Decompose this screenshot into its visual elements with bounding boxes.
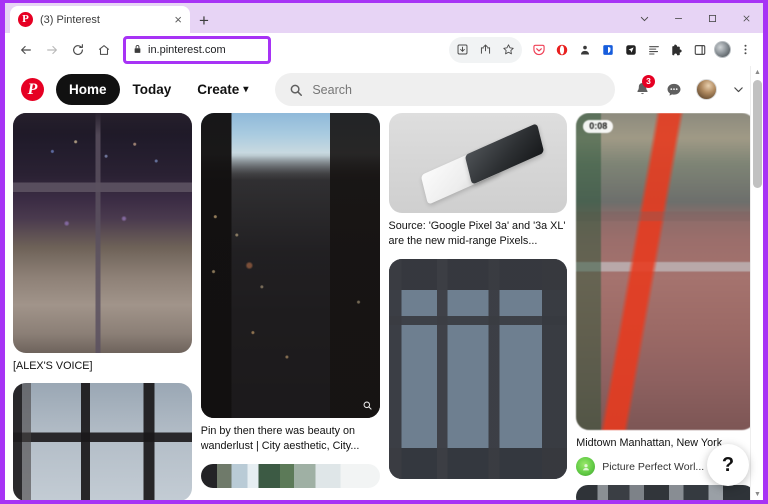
pin-card[interactable]: 0:08 Midtown Manhattan, New York... Pict… xyxy=(576,113,755,477)
nav-item-create-label: Create xyxy=(197,82,240,97)
page-content: P Home Today Create ▾ Search 3 [ALEX'S V… xyxy=(5,66,763,500)
profile-avatar-image xyxy=(714,41,731,58)
nav-item-home-label: Home xyxy=(69,82,107,97)
pin-image[interactable] xyxy=(13,113,192,353)
pinterest-logo-icon[interactable]: P xyxy=(21,78,44,101)
pinterest-favicon-icon: P xyxy=(18,12,33,27)
tab-search-chevron-down-icon[interactable] xyxy=(627,3,661,33)
address-bar-highlight: in.pinterest.com xyxy=(123,35,271,64)
pin-caption: Source: 'Google Pixel 3a' and '3a XL' ar… xyxy=(388,220,566,248)
pin-image[interactable] xyxy=(200,463,380,488)
search-placeholder: Search xyxy=(312,82,352,97)
pin-image[interactable] xyxy=(388,113,568,213)
nav-item-home[interactable]: Home xyxy=(56,74,120,105)
reload-button[interactable] xyxy=(65,37,91,63)
browser-menu-button[interactable] xyxy=(734,37,757,63)
pin-image[interactable] xyxy=(13,383,192,500)
lock-icon xyxy=(133,41,142,59)
pin-column-2: Pin by then there was beauty on wanderlu… xyxy=(200,113,380,488)
scroll-up-arrow-icon[interactable]: ▲ xyxy=(751,66,763,78)
back-button[interactable] xyxy=(13,37,39,63)
browser-tab-pinterest[interactable]: P (3) Pinterest × xyxy=(10,6,190,33)
creator-avatar xyxy=(576,457,596,477)
user-avatar xyxy=(695,79,717,100)
pin-image[interactable]: 0:08 xyxy=(576,113,755,430)
browser-toolbar: in.pinterest.com xyxy=(5,33,763,66)
pin-column-3: Source: 'Google Pixel 3a' and '3a XL' ar… xyxy=(388,113,568,479)
chevron-down-icon: ▾ xyxy=(243,84,249,95)
window-controls xyxy=(627,3,763,33)
page-scrollbar[interactable]: ▲ ▼ xyxy=(750,66,763,500)
pin-grid: [ALEX'S VOICE] Pin by then there was bea… xyxy=(5,113,763,500)
visual-search-icon[interactable] xyxy=(361,399,374,412)
pin-card[interactable]: Pin by then there was beauty on wanderlu… xyxy=(200,113,380,455)
pin-image[interactable] xyxy=(576,485,755,500)
extensions-puzzle-icon[interactable] xyxy=(665,37,688,63)
nav-item-today[interactable]: Today xyxy=(120,74,185,105)
maximize-icon[interactable] xyxy=(695,3,729,33)
pin-image[interactable] xyxy=(388,258,568,479)
home-button[interactable] xyxy=(91,37,117,63)
search-input[interactable]: Search xyxy=(275,73,615,106)
account-menu-button[interactable] xyxy=(723,75,753,105)
new-tab-button[interactable]: + xyxy=(199,12,209,29)
side-panel-icon[interactable] xyxy=(688,37,711,63)
navigation-icon[interactable] xyxy=(619,37,642,63)
forward-button[interactable] xyxy=(39,37,65,63)
minimize-icon[interactable] xyxy=(661,3,695,33)
search-icon xyxy=(289,83,303,97)
pin-card[interactable]: [ALEX'S VOICE] xyxy=(13,113,192,374)
pinterest-primary-nav: Home Today Create ▾ xyxy=(56,74,261,105)
dark-reader-icon[interactable] xyxy=(573,37,596,63)
scroll-down-arrow-icon[interactable]: ▼ xyxy=(751,488,763,500)
pin-column-1: [ALEX'S VOICE] xyxy=(13,113,192,500)
browser-window: P (3) Pinterest × + in.pinterest.com P H… xyxy=(5,3,763,500)
profile-avatar[interactable] xyxy=(711,37,734,63)
pin-card[interactable] xyxy=(388,258,568,479)
user-avatar-button[interactable] xyxy=(691,75,721,105)
nav-item-today-label: Today xyxy=(132,82,172,97)
creator-name: Picture Perfect Worl... xyxy=(602,460,705,473)
pin-caption: Pin by then there was beauty on wanderlu… xyxy=(200,425,360,453)
notifications-button[interactable]: 3 xyxy=(627,74,657,105)
share-icon[interactable] xyxy=(474,37,497,63)
install-download-icon[interactable] xyxy=(451,37,474,63)
bookmark-star-icon[interactable] xyxy=(497,37,520,63)
chevron-down-icon xyxy=(732,83,745,96)
annotated-screenshot-frame: P (3) Pinterest × + in.pinterest.com P H… xyxy=(0,0,768,504)
pin-image[interactable] xyxy=(200,113,380,418)
reading-list-icon[interactable] xyxy=(642,37,665,63)
address-bar[interactable]: in.pinterest.com xyxy=(127,39,267,60)
help-button[interactable]: ? xyxy=(707,444,749,486)
notification-badge: 3 xyxy=(642,74,655,88)
messages-button[interactable] xyxy=(659,75,689,105)
pin-caption: [ALEX'S VOICE] xyxy=(13,360,93,372)
nav-item-create[interactable]: Create ▾ xyxy=(184,74,261,105)
pocket-icon[interactable] xyxy=(527,37,550,63)
pin-card[interactable] xyxy=(576,485,755,500)
scrollbar-thumb[interactable] xyxy=(753,80,762,188)
toolbar-pill-group xyxy=(449,36,522,63)
tab-strip: P (3) Pinterest × + xyxy=(5,3,763,33)
password-manager-icon[interactable] xyxy=(596,37,619,63)
pin-column-4: 0:08 Midtown Manhattan, New York... Pict… xyxy=(576,113,755,500)
close-tab-icon[interactable]: × xyxy=(174,13,182,26)
tab-title: (3) Pinterest xyxy=(40,13,100,26)
video-duration-badge: 0:08 xyxy=(583,120,614,133)
toolbar-icons xyxy=(449,36,757,63)
pin-card[interactable] xyxy=(200,463,380,488)
message-bubble-icon xyxy=(665,81,683,99)
pin-card[interactable] xyxy=(13,383,192,500)
pin-card[interactable]: Source: 'Google Pixel 3a' and '3a XL' ar… xyxy=(388,113,568,250)
pinterest-header: P Home Today Create ▾ Search 3 xyxy=(5,66,763,113)
pinterest-header-actions: 3 xyxy=(627,74,753,105)
close-window-icon[interactable] xyxy=(729,3,763,33)
address-bar-url: in.pinterest.com xyxy=(148,43,226,56)
opera-icon[interactable] xyxy=(550,37,573,63)
